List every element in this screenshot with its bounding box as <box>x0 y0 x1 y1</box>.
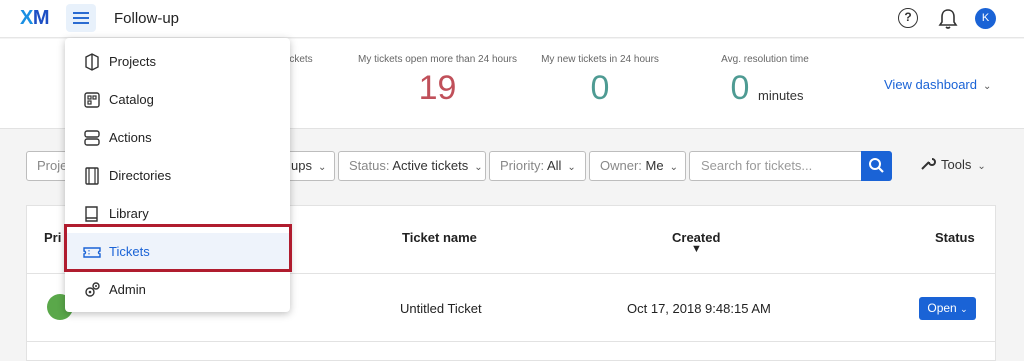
stat-value-avg-resolution: 0 <box>730 69 750 107</box>
tools-menu[interactable]: Tools ⌄ <box>920 157 986 172</box>
admin-icon <box>85 282 100 297</box>
menu-item-actions[interactable]: Actions <box>65 119 290 157</box>
stat-value-open-24h: 19 <box>418 69 457 107</box>
page-title: Follow-up <box>114 10 180 27</box>
chevron-down-icon: ⌄ <box>317 162 327 173</box>
menu-item-projects[interactable]: Projects <box>65 43 290 81</box>
owner-filter[interactable]: Owner: Me ⌄ <box>589 151 686 181</box>
stat-unit-minutes: minutes <box>758 88 804 103</box>
avatar[interactable]: K <box>975 8 996 29</box>
catalog-icon <box>84 92 100 108</box>
stat-value-new-24h: 0 <box>590 69 610 107</box>
stat-label-open-24h: My tickets open more than 24 hours <box>358 54 517 65</box>
search-button[interactable] <box>861 151 892 181</box>
priority-filter[interactable]: Priority: All ⌄ <box>489 151 586 181</box>
column-header-priority[interactable]: Pri <box>44 230 61 245</box>
top-bar: XM Follow-up ? K <box>0 0 1024 38</box>
menu-item-directories[interactable]: Directories <box>65 157 290 195</box>
stat-label-avg-resolution: Avg. resolution time <box>721 54 809 65</box>
created-cell: Oct 17, 2018 9:48:15 AM <box>627 301 771 316</box>
search-icon <box>869 158 884 173</box>
chevron-down-icon: ⌄ <box>977 161 986 172</box>
library-icon <box>85 206 98 222</box>
menu-item-admin[interactable]: Admin <box>65 271 290 309</box>
directories-icon <box>85 167 99 185</box>
chevron-down-icon: ⌄ <box>983 81 992 92</box>
chevron-down-icon: ⌄ <box>669 162 678 173</box>
search-input[interactable]: Search for tickets... <box>689 151 861 181</box>
column-header-ticket-name[interactable]: Ticket name <box>402 230 477 245</box>
column-header-status[interactable]: Status <box>935 230 975 245</box>
bell-icon[interactable] <box>938 8 958 30</box>
status-dropdown-button[interactable]: Open ⌄ <box>919 297 976 320</box>
xm-logo[interactable]: XM <box>20 7 50 30</box>
wrench-icon <box>921 158 936 170</box>
chevron-down-icon: ⌄ <box>567 162 576 173</box>
help-icon[interactable]: ? <box>898 8 918 28</box>
chevron-down-icon: ⌄ <box>960 304 968 314</box>
sort-descending-icon: ▼ <box>691 243 702 255</box>
view-dashboard-link[interactable]: View dashboard ⌄ <box>884 77 991 92</box>
tickets-highlight-annotation <box>64 224 292 272</box>
row-divider <box>27 341 995 342</box>
menu-item-catalog[interactable]: Catalog <box>65 81 290 119</box>
projects-icon <box>85 53 99 71</box>
chevron-down-icon: ⌄ <box>474 162 483 173</box>
status-filter[interactable]: Status: Active tickets ⌄ <box>338 151 486 181</box>
actions-icon <box>84 130 100 146</box>
ticket-name-cell[interactable]: Untitled Ticket <box>400 301 482 316</box>
stat-label-new-24h: My new tickets in 24 hours <box>541 54 659 65</box>
hamburger-menu-icon[interactable] <box>66 4 96 32</box>
